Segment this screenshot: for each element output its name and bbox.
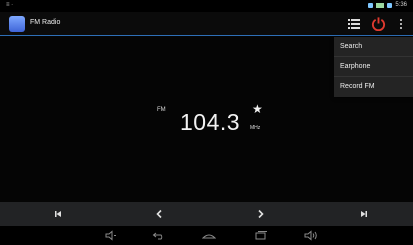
menu-item-earphone[interactable]: Earphone [334, 57, 413, 77]
favorite-star-icon[interactable]: ★ [252, 102, 263, 116]
battery-icon [387, 2, 393, 8]
menu-item-search[interactable]: Search [334, 37, 413, 57]
status-bar: ≡ · 5:36 [0, 0, 413, 12]
status-time: 5:36 [395, 2, 407, 8]
sync-icon [368, 2, 374, 8]
overflow-menu-icon[interactable] [399, 18, 403, 30]
control-bar [0, 202, 413, 226]
action-bar-divider [0, 35, 413, 36]
overflow-menu: Search Earphone Record FM [334, 37, 413, 97]
power-icon[interactable] [371, 16, 386, 31]
app-title: FM Radio [30, 19, 61, 26]
system-nav-bar [0, 226, 413, 245]
notification-icons: ≡ · [6, 2, 14, 8]
volume-up-icon[interactable] [304, 230, 318, 241]
status-icons: 5:36 [368, 2, 407, 8]
app-icon[interactable] [9, 16, 25, 32]
channel-list-icon[interactable] [347, 17, 361, 31]
recent-apps-icon[interactable] [254, 230, 268, 241]
frequency-value: 104.3 [180, 109, 241, 135]
action-bar: FM Radio [0, 12, 413, 36]
skip-prev-icon[interactable] [52, 208, 64, 220]
back-icon[interactable] [152, 230, 166, 241]
volume-down-icon[interactable] [104, 230, 118, 241]
frequency-unit: MHz [250, 125, 261, 131]
signal-icon [376, 2, 385, 8]
frequency-display: FM 104.3 ★ MHz [150, 102, 280, 142]
skip-next-icon[interactable] [358, 208, 370, 220]
seek-back-icon[interactable] [153, 208, 165, 220]
home-icon[interactable] [202, 230, 216, 241]
seek-forward-icon[interactable] [255, 208, 267, 220]
band-label: FM [157, 107, 166, 113]
menu-item-record-fm[interactable]: Record FM [334, 77, 413, 97]
